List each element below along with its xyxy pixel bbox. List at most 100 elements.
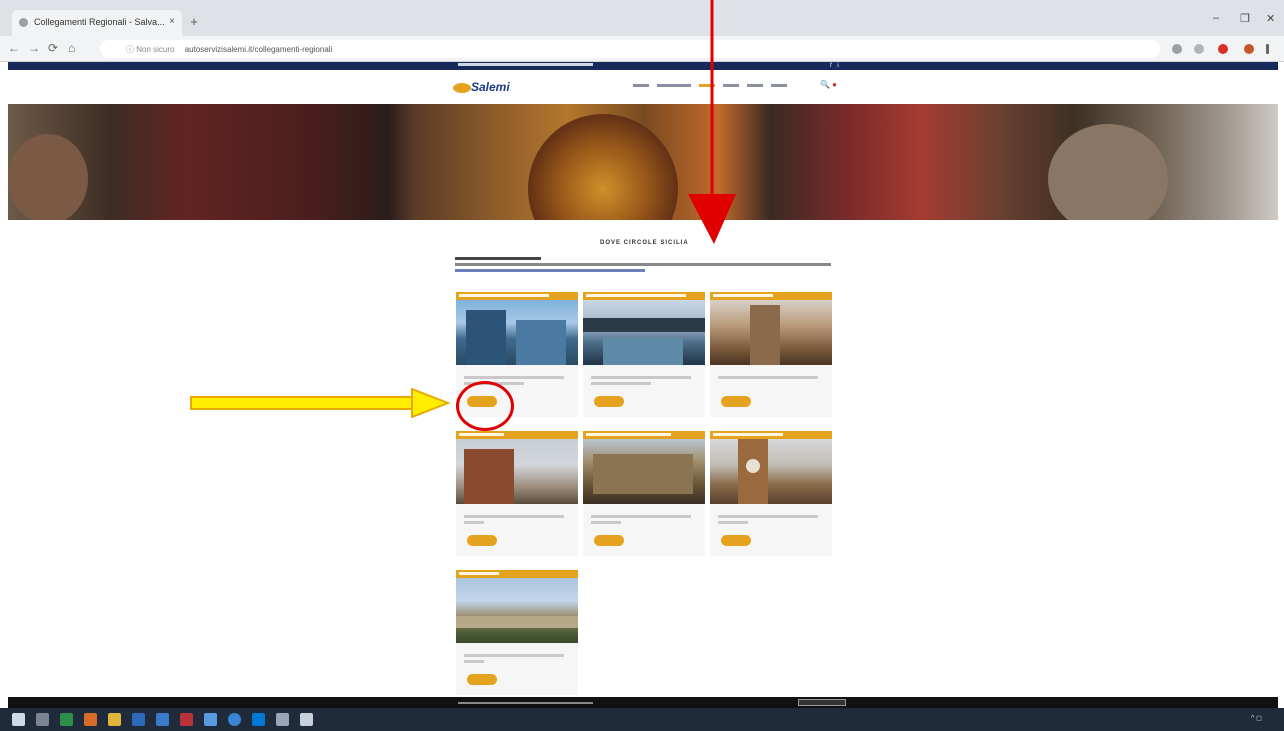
page-title: DOVE CIRCOLE SICILIA	[600, 240, 689, 246]
card-description	[464, 515, 564, 518]
site-topbar: f i	[8, 62, 1278, 70]
card-title	[713, 433, 783, 436]
reload-button[interactable]: ⟳	[48, 41, 58, 55]
outlook-icon[interactable]	[132, 713, 145, 726]
close-window-button[interactable]: ✕	[1266, 12, 1275, 25]
facade-shape	[603, 338, 683, 365]
route-card	[456, 570, 578, 695]
card-title	[713, 294, 773, 297]
new-tab-button[interactable]: +	[186, 14, 202, 30]
route-card	[456, 431, 578, 556]
card-description	[464, 376, 564, 379]
back-button[interactable]: ←	[8, 41, 20, 55]
annotation-red-circle	[456, 381, 514, 431]
intro-line	[455, 257, 541, 260]
palace-shape	[593, 454, 693, 494]
browser-tabstrip: Collegamenti Regionali - Salva... × + – …	[0, 0, 1284, 36]
app-icon[interactable]	[300, 713, 313, 726]
footer-text	[458, 702, 593, 704]
card-image	[456, 439, 578, 504]
castle-shape	[464, 449, 514, 504]
hero-statue-shape	[1048, 124, 1168, 220]
paint-icon[interactable]	[204, 713, 217, 726]
store-icon[interactable]	[252, 713, 265, 726]
route-card	[710, 292, 832, 417]
social-icons[interactable]: f i	[830, 63, 841, 69]
nav-item-info[interactable]	[747, 84, 763, 87]
security-label: ⓘ Non sicuro	[126, 45, 175, 54]
route-card	[710, 431, 832, 556]
app-icon[interactable]	[276, 713, 289, 726]
card-button[interactable]	[467, 674, 497, 685]
card-title	[586, 433, 671, 436]
card-description	[591, 521, 621, 524]
bookmark-icon[interactable]	[1194, 44, 1204, 54]
address-bar[interactable]: ⓘ Non sicuro autoservizisalemi.it/colleg…	[100, 40, 1160, 58]
card-description	[464, 654, 564, 657]
intro-paragraph	[455, 257, 831, 275]
building-shape	[466, 310, 506, 365]
extension-icon[interactable]	[1218, 44, 1228, 54]
card-title	[586, 294, 686, 297]
annotation-yellow-arrow	[190, 388, 450, 418]
route-card	[583, 431, 705, 556]
card-image	[583, 439, 705, 504]
hero-person-shape	[8, 134, 88, 220]
url-text: autoservizisalemi.it/collegamenti-region…	[184, 45, 333, 54]
card-image	[710, 439, 832, 504]
footer-badge[interactable]	[798, 699, 846, 706]
card-button[interactable]	[594, 396, 624, 407]
intro-line	[455, 263, 831, 266]
browser-toolbar: ← → ⟳ ⌂ ⓘ Non sicuro autoservizisalemi.i…	[0, 36, 1284, 62]
card-title	[459, 433, 504, 436]
start-icon[interactable]	[12, 713, 25, 726]
screenshot-root: Collegamenti Regionali - Salva... × + – …	[0, 0, 1284, 731]
building-shape	[516, 320, 566, 365]
card-description	[591, 382, 651, 385]
logo-mark-icon	[453, 83, 471, 93]
excel-icon[interactable]	[60, 713, 73, 726]
logo-text: Salemi	[471, 80, 510, 94]
profile-avatar[interactable]	[1244, 44, 1254, 54]
zoom-icon[interactable]	[1172, 44, 1182, 54]
windows-taskbar: ^ ◻	[0, 708, 1284, 731]
card-description	[591, 376, 691, 379]
tower-shape	[750, 305, 780, 365]
nav-item-home[interactable]	[633, 84, 649, 87]
header-icons[interactable]: 🔍 ●	[820, 80, 837, 89]
card-title	[459, 294, 549, 297]
card-button[interactable]	[594, 535, 624, 546]
card-header	[456, 292, 578, 300]
task-view-icon[interactable]	[36, 713, 49, 726]
word-icon[interactable]	[156, 713, 169, 726]
app-icon[interactable]	[180, 713, 193, 726]
minimize-button[interactable]: –	[1213, 12, 1219, 24]
town-skyline-shape	[456, 616, 578, 628]
intro-line	[455, 269, 645, 272]
maximize-button[interactable]: ❐	[1240, 12, 1250, 25]
card-description	[464, 660, 484, 663]
forward-button[interactable]: →	[28, 41, 40, 55]
home-button[interactable]: ⌂	[68, 41, 75, 55]
card-header	[583, 431, 705, 439]
card-image	[583, 300, 705, 365]
edge-icon[interactable]	[228, 713, 241, 726]
card-button[interactable]	[467, 535, 497, 546]
card-description	[718, 376, 818, 379]
card-header	[583, 292, 705, 300]
tab-close-icon[interactable]: ×	[169, 16, 175, 27]
card-button[interactable]	[721, 396, 751, 407]
app-icon[interactable]	[84, 713, 97, 726]
file-explorer-icon[interactable]	[108, 713, 121, 726]
card-button[interactable]	[721, 535, 751, 546]
clock-face-icon	[746, 459, 760, 473]
topbar-contact	[458, 63, 593, 66]
menu-icon[interactable]	[1266, 44, 1269, 54]
system-tray[interactable]: ^ ◻	[1251, 714, 1262, 722]
card-image	[456, 578, 578, 643]
card-header	[456, 570, 578, 578]
nav-item-contacts[interactable]	[771, 84, 787, 87]
browser-tab[interactable]: Collegamenti Regionali - Salva... ×	[12, 10, 182, 36]
favicon-icon	[19, 18, 28, 27]
card-description	[464, 521, 484, 524]
